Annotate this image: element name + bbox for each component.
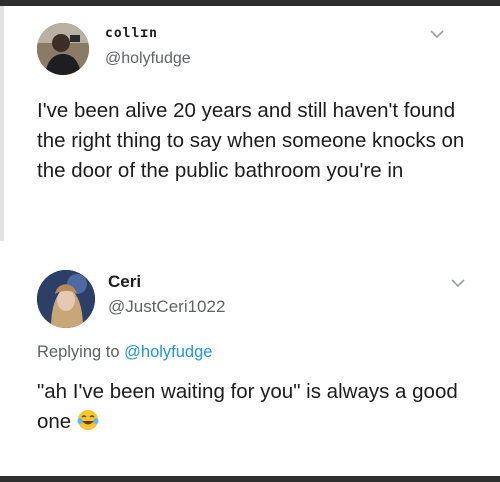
replying-to-handle-link[interactable]: @holyfudge [124, 343, 212, 361]
user-avatar-photo-icon [37, 23, 89, 75]
original-tweet[interactable]: collɪn @holyfudge I've been alive 20 yea… [0, 6, 500, 256]
tweet-handle[interactable]: @holyfudge [105, 50, 191, 68]
reply-body-text-content: "ah I've been waiting for you" is always… [37, 380, 458, 433]
reply-body-text: "ah I've been waiting for you" is always… [37, 377, 477, 437]
chevron-down-icon[interactable] [451, 279, 465, 288]
user-avatar-photo-icon [37, 270, 95, 328]
tears-of-joy-emoji-icon [77, 410, 99, 430]
ceri-avatar[interactable] [37, 270, 95, 328]
replying-to-line: Replying to @holyfudge [37, 343, 212, 362]
tweet-display-name[interactable]: collɪn [105, 26, 158, 41]
collin-avatar[interactable] [37, 23, 89, 75]
replying-to-label: Replying to [37, 343, 120, 361]
reply-handle[interactable]: @JustCeri1022 [108, 297, 225, 317]
reply-display-name[interactable]: Ceri [108, 272, 141, 292]
reply-tweet[interactable]: Ceri @JustCeri1022 Replying to @holyfudg… [0, 256, 500, 476]
chevron-down-icon[interactable] [430, 30, 444, 39]
tweet-body-text: I've been alive 20 years and still haven… [37, 99, 465, 182]
screenshot-frame-bottom [0, 476, 500, 482]
